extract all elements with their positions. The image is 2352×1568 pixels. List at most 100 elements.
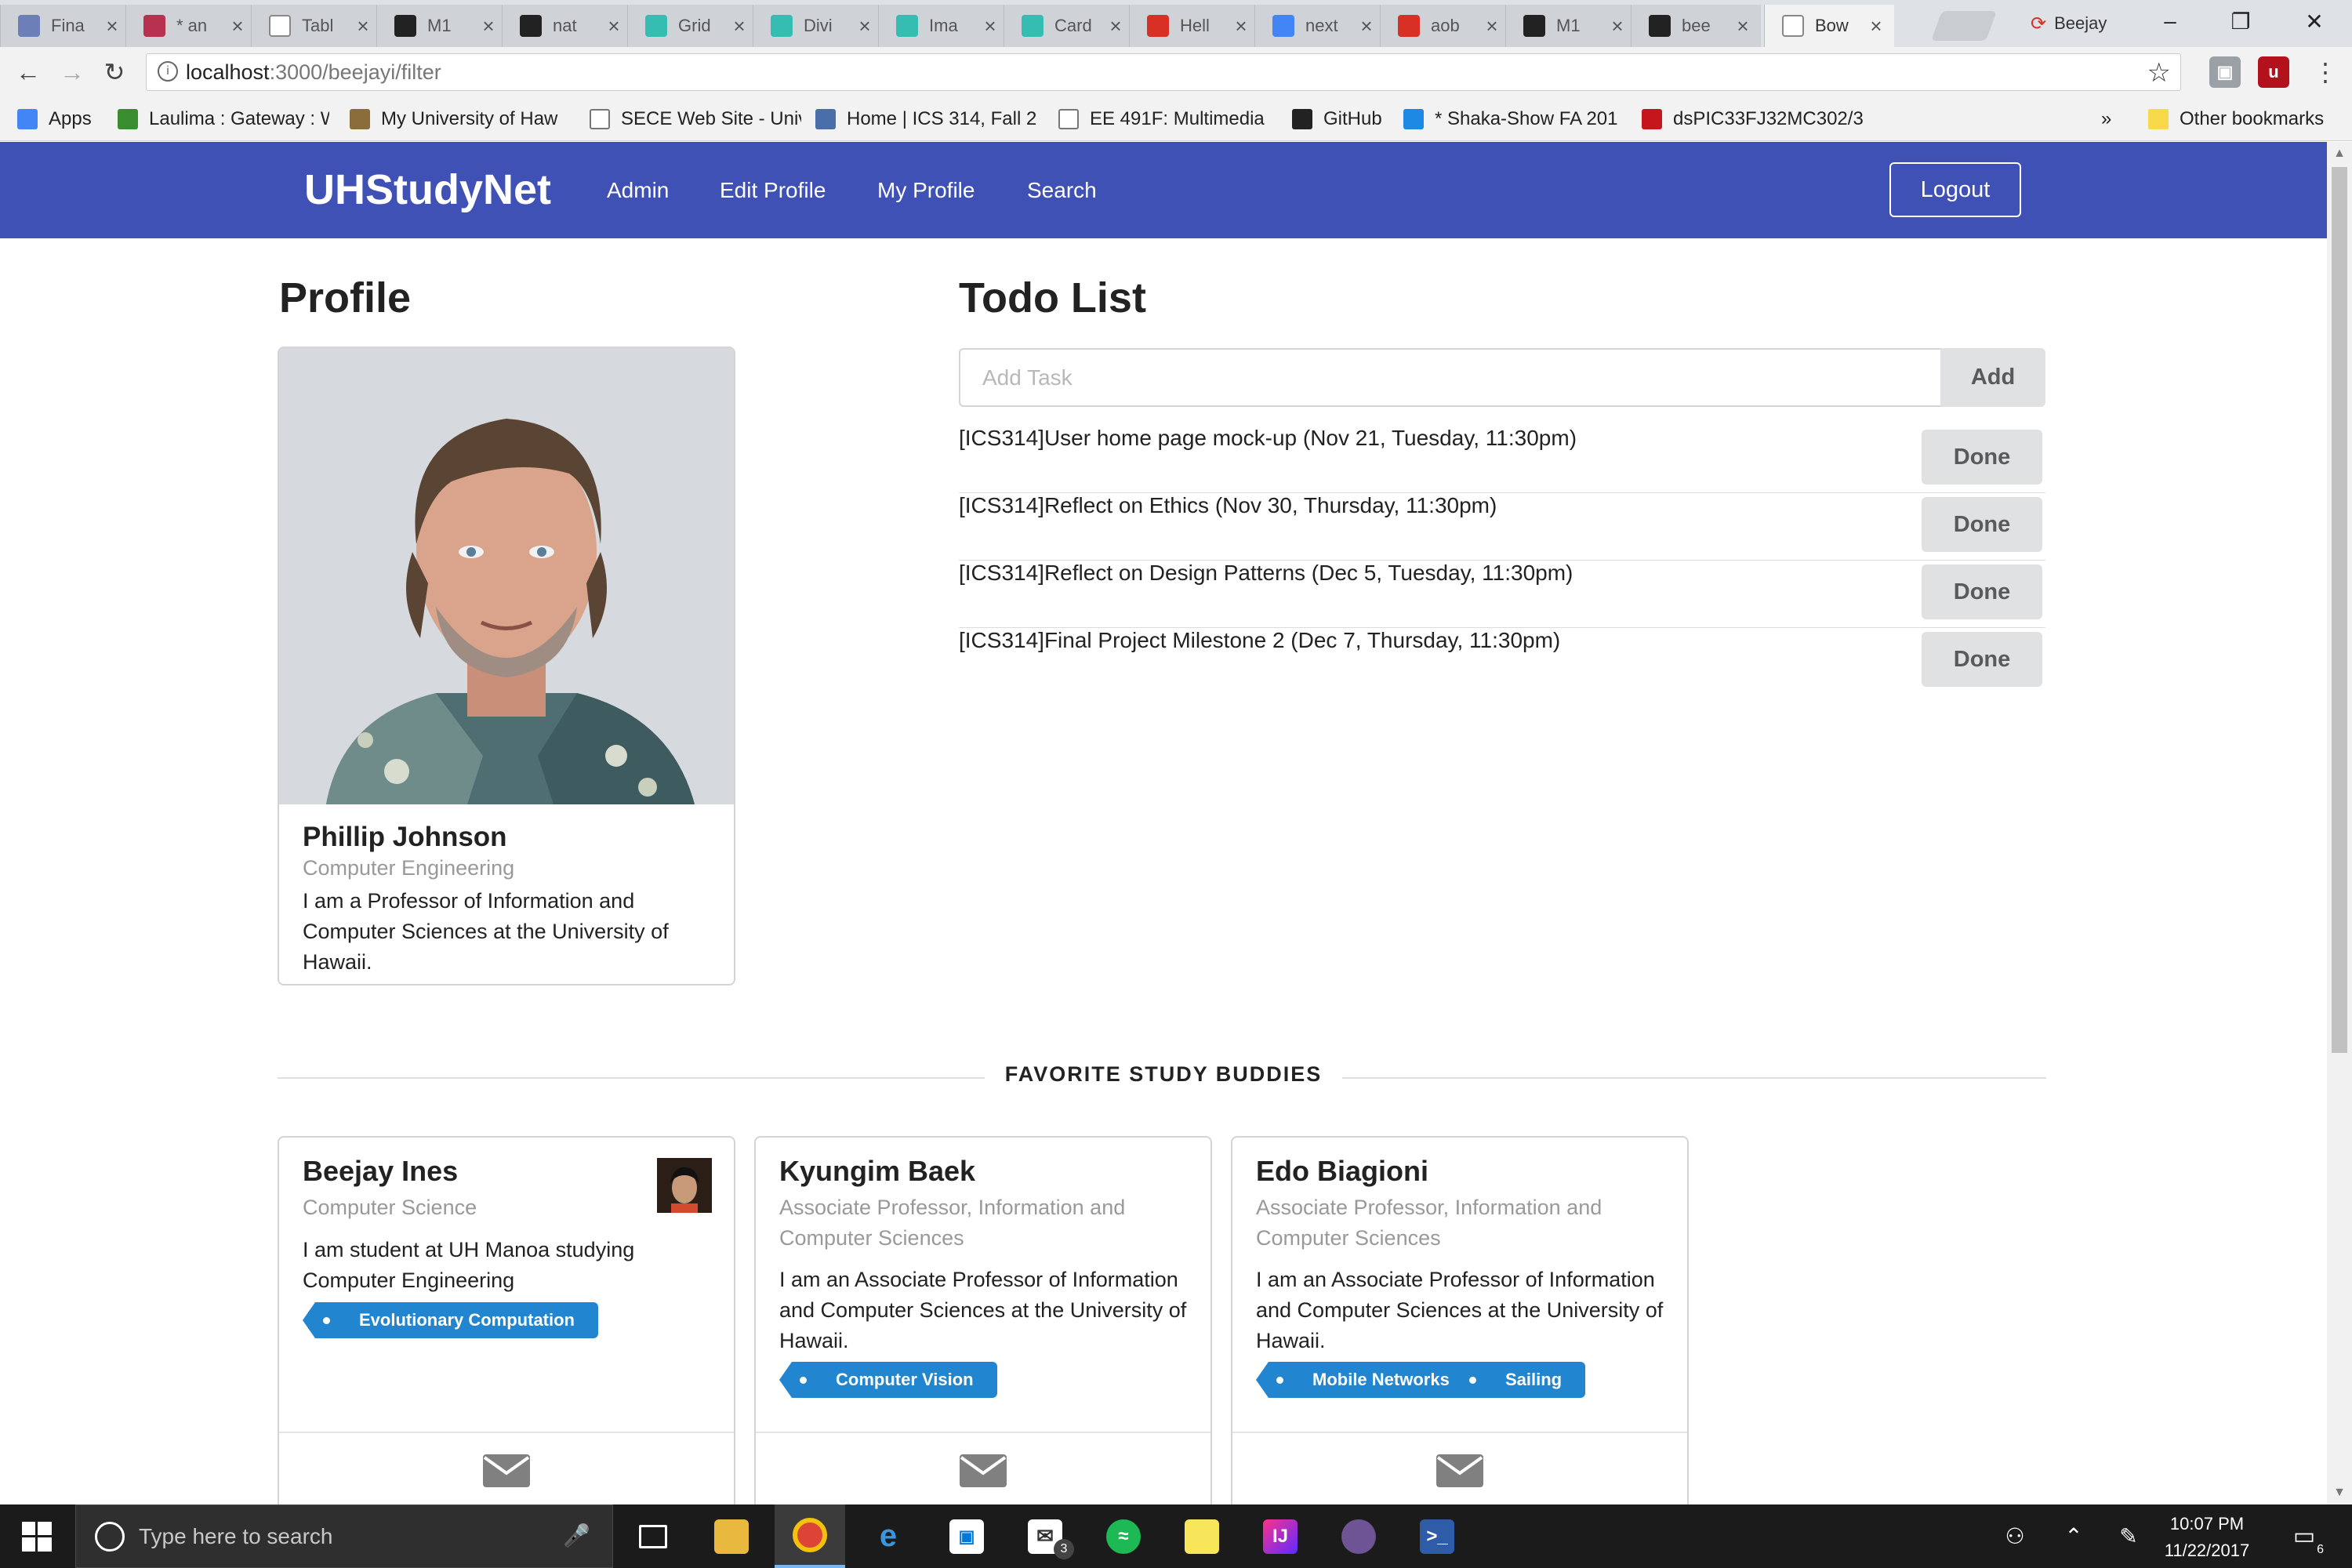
bookmark-star-icon[interactable]: ☆ <box>2147 57 2171 89</box>
brand-link[interactable]: UHStudyNet <box>304 165 551 214</box>
browser-tab[interactable]: Tabl × <box>251 5 381 47</box>
minimize-icon[interactable]: – <box>2132 0 2208 42</box>
close-window-icon[interactable]: ✕ <box>2277 0 2352 42</box>
browser-tab[interactable]: M1 × <box>1505 5 1635 47</box>
nav-my-profile-link[interactable]: My Profile <box>877 178 975 203</box>
todo-done-button[interactable]: Done <box>1922 497 2042 552</box>
restore-icon[interactable]: ❐ <box>2203 0 2278 42</box>
taskbar-search-box[interactable]: Type here to search 🎤 <box>75 1504 613 1568</box>
tab-close-icon[interactable]: × <box>853 14 877 38</box>
todo-done-button[interactable]: Done <box>1922 430 2042 485</box>
tab-close-icon[interactable]: × <box>1864 14 1888 38</box>
tab-close-icon[interactable]: × <box>1480 14 1504 38</box>
new-tab-button[interactable] <box>1931 11 1997 41</box>
tab-close-icon[interactable]: × <box>351 14 375 38</box>
scroll-down-icon[interactable]: ▼ <box>2327 1481 2352 1504</box>
mail-icon[interactable] <box>960 1454 1007 1487</box>
spotify-icon[interactable]: ≈ <box>1088 1504 1159 1568</box>
tab-close-icon[interactable]: × <box>1731 14 1755 38</box>
tab-close-icon[interactable]: × <box>728 14 751 38</box>
site-info-icon[interactable]: i <box>158 61 178 82</box>
jetbrains-icon[interactable]: IJ <box>1245 1504 1316 1568</box>
todo-done-button[interactable]: Done <box>1922 564 2042 619</box>
sticky-notes-icon[interactable] <box>1167 1504 1237 1568</box>
browser-tab[interactable]: Grid × <box>627 5 757 47</box>
add-task-button[interactable]: Add <box>1940 348 2045 407</box>
bookmark-item[interactable]: GitHub <box>1292 97 1386 141</box>
add-task-input[interactable] <box>959 348 1940 407</box>
browser-menu-icon[interactable]: ⋮ <box>2308 55 2343 89</box>
forward-arrow-icon[interactable]: → <box>55 55 89 89</box>
browser-tab[interactable]: Divi × <box>753 5 883 47</box>
people-icon[interactable]: ⚇ <box>1991 1504 2038 1568</box>
interest-tag[interactable]: Sailing <box>1448 1362 1586 1398</box>
tab-close-icon[interactable]: × <box>1606 14 1629 38</box>
windows-start-icon[interactable] <box>22 1522 52 1552</box>
bookmark-item[interactable]: Laulima : Gateway : W <box>118 97 329 141</box>
browser-profile[interactable]: ⟳ Beejay <box>2031 8 2107 39</box>
browser-tab[interactable]: * an × <box>125 5 256 47</box>
bookmarks-overflow-button[interactable]: » <box>2101 97 2111 141</box>
nav-admin-link[interactable]: Admin <box>607 178 669 203</box>
tab-close-icon[interactable]: × <box>477 14 500 38</box>
browser-tab[interactable]: M1 × <box>376 5 506 47</box>
back-arrow-icon[interactable]: ← <box>11 55 45 89</box>
bookmark-item[interactable]: * Shaka-Show FA 201 <box>1403 97 1623 141</box>
mail-icon[interactable] <box>483 1454 530 1487</box>
nav-search-link[interactable]: Search <box>1027 178 1097 203</box>
tab-close-icon[interactable]: × <box>978 14 1002 38</box>
bookmark-item[interactable]: EE 491F: Multimedia I <box>1058 97 1270 141</box>
tab-close-icon[interactable]: × <box>1104 14 1127 38</box>
bookmark-item[interactable]: Home | ICS 314, Fall 2 <box>815 97 1043 141</box>
bookmark-item[interactable]: Apps <box>17 97 103 141</box>
slack-icon <box>143 15 165 37</box>
task-view-icon[interactable] <box>618 1504 688 1568</box>
browser-tab[interactable]: nat × <box>502 5 632 47</box>
logout-button[interactable]: Logout <box>1889 162 2021 217</box>
bookmark-item[interactable]: My University of Haw <box>350 97 569 141</box>
ublock-icon[interactable]: u <box>2258 56 2289 88</box>
browser-tab[interactable]: Card × <box>1004 5 1134 47</box>
browser-tab[interactable]: aob × <box>1380 5 1510 47</box>
tab-close-icon[interactable]: × <box>1229 14 1253 38</box>
pen-icon[interactable]: ✎ <box>2109 1504 2148 1568</box>
github-desktop-icon[interactable] <box>1323 1504 1394 1568</box>
interest-tag[interactable]: Mobile Networks <box>1256 1362 1473 1398</box>
other-bookmarks-folder[interactable]: Other bookmarks <box>2148 97 2324 141</box>
interest-tag[interactable]: Computer Vision <box>779 1362 997 1398</box>
taskbar-clock[interactable]: 10:07 PM 11/22/2017 <box>2148 1511 2266 1564</box>
mail-icon[interactable] <box>1436 1454 1483 1487</box>
browser-tab[interactable]: Bow × <box>1764 5 1894 47</box>
page-scrollbar[interactable]: ▲ ▼ <box>2327 142 2352 1504</box>
file-explorer-icon[interactable] <box>696 1504 767 1568</box>
url-path: :3000/beejayi/filter <box>269 60 441 84</box>
tray-chevron-icon[interactable]: ⌃ <box>2054 1504 2093 1568</box>
todo-done-button[interactable]: Done <box>1922 632 2042 687</box>
browser-tab[interactable]: Fina × <box>0 5 130 47</box>
address-bar[interactable]: i localhost:3000/beejayi/filter ☆ <box>146 53 2181 91</box>
interest-tag[interactable]: Evolutionary Computation <box>303 1302 598 1338</box>
store-icon[interactable]: ▣ <box>931 1504 1002 1568</box>
extension-icon[interactable]: ▣ <box>2209 56 2241 88</box>
browser-tab[interactable]: Hell × <box>1129 5 1259 47</box>
edge-icon[interactable]: e <box>853 1504 924 1568</box>
browser-tab[interactable]: Ima × <box>878 5 1008 47</box>
tab-close-icon[interactable]: × <box>100 14 124 38</box>
powershell-icon[interactable]: >_ <box>1402 1504 1472 1568</box>
tab-close-icon[interactable]: × <box>602 14 626 38</box>
scrollbar-thumb[interactable] <box>2332 167 2347 1053</box>
tab-close-icon[interactable]: × <box>226 14 249 38</box>
nav-edit-profile-link[interactable]: Edit Profile <box>720 178 826 203</box>
tab-close-icon[interactable]: × <box>1355 14 1378 38</box>
action-center-icon[interactable]: ▭ 6 <box>2277 1504 2332 1568</box>
browser-tab[interactable]: next × <box>1254 5 1385 47</box>
mail-app-icon[interactable]: ✉ 3 <box>1010 1504 1080 1568</box>
reload-icon[interactable]: ↻ <box>97 55 132 89</box>
chrome-icon[interactable] <box>775 1504 845 1568</box>
bookmark-item[interactable]: dsPIC33FJ32MC302/3 <box>1642 97 1869 141</box>
browser-tab[interactable]: bee × <box>1631 5 1761 47</box>
bookmark-item[interactable]: SECE Web Site - Univ <box>590 97 801 141</box>
microphone-icon[interactable]: 🎤 <box>563 1523 590 1548</box>
profile-description: I am a Professor of Information and Comp… <box>303 889 669 974</box>
scroll-up-icon[interactable]: ▲ <box>2327 142 2352 165</box>
